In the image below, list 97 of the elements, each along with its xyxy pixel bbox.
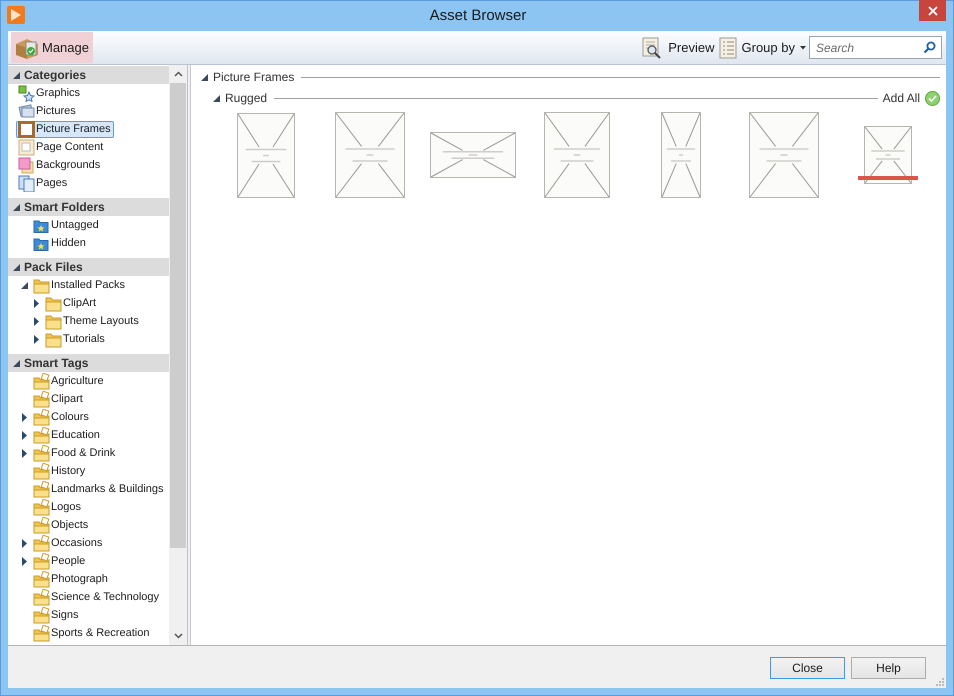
frame-icon [18,120,35,138]
pictures-icon [18,102,35,120]
folder-icon [45,312,62,330]
tree-item[interactable]: Hidden [31,234,89,252]
section-header[interactable]: Smart Tags [8,354,170,372]
tree-item[interactable]: ClipArt [43,294,100,312]
folder-icon [33,606,50,624]
expand-arrow-icon[interactable] [32,316,41,326]
folder-icon [33,426,50,444]
tree-item[interactable]: Logos [31,498,84,516]
frame-thumbnail[interactable] [236,112,295,198]
expand-arrow-icon[interactable] [20,412,29,422]
magnifier-icon [641,36,664,58]
resize-grip-icon[interactable] [936,678,944,686]
expanded-arrow-icon[interactable] [201,74,208,80]
scroll-thumb[interactable] [170,83,186,548]
search-icon [923,41,936,54]
tree-item[interactable]: People [31,552,88,570]
expand-arrow-icon[interactable] [20,448,29,458]
folder-icon [33,534,50,552]
folder-icon [33,390,50,408]
add-all-link[interactable]: Add All [882,91,920,105]
tree-item[interactable]: Education [31,426,103,444]
page-icon [18,138,35,156]
check-icon[interactable] [925,90,940,106]
expand-arrow-icon[interactable] [32,334,41,344]
tree-item[interactable]: Occasions [31,534,106,552]
tree-item[interactable]: Backgrounds [16,156,104,174]
caret-icon [800,46,806,50]
folder-icon [45,294,62,312]
tree-item[interactable]: Agriculture [31,372,107,390]
frame-thumbnail[interactable] [544,112,610,198]
section-header[interactable]: Categories [8,66,170,84]
manage-button[interactable]: Manage [11,32,93,63]
folder-icon [33,372,50,390]
tree-item[interactable]: Tutorials [43,330,108,348]
dialog-button[interactable]: Close [770,657,845,679]
tree-item[interactable]: Photograph [31,570,111,588]
tree-item[interactable]: Pictures [16,102,79,120]
folder-icon [33,444,50,462]
tree-item[interactable]: Theme Layouts [43,312,142,330]
window-title: Asset Browser [428,7,528,24]
folder-icon [33,408,50,426]
expand-arrow-icon[interactable] [32,298,41,308]
list-icon [718,36,737,58]
tree-item[interactable]: Installed Packs [31,276,128,294]
folder-icon [33,462,50,480]
section-header[interactable]: Pack Files [8,258,170,276]
frame-thumbnail[interactable] [749,112,820,198]
tree-item[interactable]: Signs [31,606,82,624]
pages-icon [18,174,35,192]
folder-icon [33,552,50,570]
close-icon [928,6,938,16]
scrollbar[interactable] [169,65,187,645]
tree-item[interactable]: Sports & Recreation [31,624,152,642]
scroll-down-icon[interactable] [174,633,183,639]
group-title: Rugged [225,91,268,105]
folder-icon [33,570,50,588]
group-by-button[interactable]: Group by [716,34,808,60]
section-header[interactable]: Smart Folders [8,198,170,216]
folder-icon [33,480,50,498]
expand-arrow-icon[interactable] [20,556,29,566]
folder-icon [33,588,50,606]
folder-icon [33,276,50,294]
tree-item[interactable]: Clipart [31,390,86,408]
tree-item[interactable]: Graphics [16,84,84,102]
tree-item[interactable]: History [31,462,88,480]
tree-item[interactable]: Science & Technology [31,588,162,606]
search-field[interactable]: Search [809,36,942,59]
frame-thumbnail[interactable] [660,112,701,198]
folder-icon [33,516,50,534]
tree-item[interactable]: Untagged [31,216,102,234]
tree-item[interactable]: Landmarks & Buildings [31,480,167,498]
tree-item[interactable]: Food & Drink [31,444,118,462]
app-icon [7,6,25,24]
tree-item[interactable]: Colours [31,408,92,426]
preview-button[interactable]: Preview [639,34,717,60]
expand-arrow-icon[interactable] [20,538,29,548]
expanded-arrow-icon[interactable] [20,280,29,290]
frame-thumbnail[interactable] [334,112,405,198]
frame-thumbnail[interactable] [430,132,516,178]
tree-item[interactable]: Objects [31,516,92,534]
tree-item[interactable]: Pages [16,174,70,192]
tree-item[interactable]: Page Content [16,138,106,156]
dialog-button[interactable]: Help [851,657,926,679]
expanded-arrow-icon[interactable] [213,94,220,102]
expand-arrow-icon[interactable] [20,430,29,440]
frame-thumbnail[interactable] [858,126,918,184]
group-title: Picture Frames [213,70,294,84]
graphics-icon [18,84,35,102]
tree-item[interactable]: Picture Frames [16,120,114,138]
folder-icon [33,498,50,516]
close-button[interactable] [919,0,946,21]
backgrounds-icon [18,156,35,174]
scroll-up-icon[interactable] [174,71,183,77]
folder-icon [33,624,50,642]
folder-icon [45,330,62,348]
